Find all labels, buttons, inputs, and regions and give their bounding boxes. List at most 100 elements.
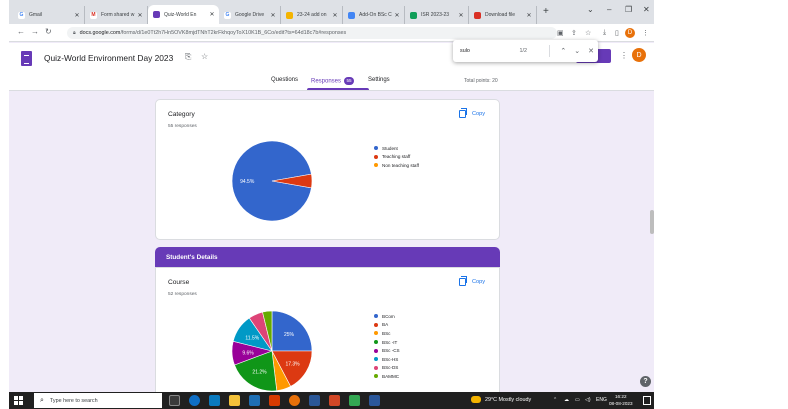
copy-icon (459, 108, 467, 118)
maximize-icon[interactable]: ❐ (625, 5, 632, 14)
windows-taskbar: ⌕ Type here to search 29°C Mostly cloudy… (9, 392, 654, 409)
browser-tab[interactable]: 23-24 add on ✕ (281, 6, 343, 24)
account-avatar[interactable]: D (632, 48, 646, 62)
edge-icon[interactable] (189, 395, 200, 406)
scrollbar-thumb[interactable] (650, 210, 654, 234)
star-icon[interactable]: ☆ (201, 52, 208, 61)
notification-icon[interactable] (643, 396, 651, 405)
tab-favicon-icon: G (224, 11, 231, 19)
browser-tab[interactable]: G Gmail ✕ (13, 6, 85, 24)
tab-label: Download file (485, 12, 516, 18)
legend-label: Teaching staff (382, 154, 411, 160)
tab-settings[interactable]: Settings (368, 77, 390, 83)
taskbar-search-placeholder: Type here to search (49, 397, 98, 404)
acrobat-icon[interactable] (329, 395, 340, 406)
tray-up-arrow-icon[interactable]: ⌃ (553, 397, 557, 403)
office-icon[interactable] (269, 395, 280, 406)
screenshot: G Gmail ✕ M Form shared w ✕ Quiz-World En ✕ G Goo… (0, 0, 788, 409)
help-icon[interactable]: ? (640, 376, 651, 387)
browser-tab[interactable]: ISR 2023-23 ✕ (405, 6, 469, 24)
download-icon[interactable]: ⤓ (603, 29, 606, 37)
bookmark-star-icon[interactable]: ☆ (585, 29, 591, 37)
tab-close-icon[interactable]: ✕ (393, 12, 401, 19)
close-window-icon[interactable]: ✕ (643, 5, 650, 14)
tab-close-icon[interactable]: ✕ (525, 12, 533, 19)
tab-responses[interactable]: Responses 55 (311, 77, 355, 85)
course-pie-chart: 25% 17.3% 21.2% 9.6% 11.5% (231, 310, 313, 392)
find-bar: sulo 1/2 ⌃ ⌄ ✕ (453, 40, 598, 62)
language-indicator[interactable]: ENG (596, 397, 607, 403)
weather-cloud-sun-icon (471, 396, 481, 403)
tab-close-icon[interactable]: ✕ (331, 12, 339, 19)
app-icon[interactable] (349, 395, 360, 406)
tab-label: Form shared w (101, 12, 135, 18)
tab-close-icon[interactable]: ✕ (136, 12, 144, 19)
onedrive-icon[interactable]: ☁ (564, 397, 569, 403)
legend-item: BSc-DS (374, 364, 400, 373)
legend-swatch (374, 374, 378, 379)
taskbar-search[interactable]: ⌕ Type here to search (34, 393, 162, 408)
legend-item: BA (374, 321, 400, 330)
chrome-icon[interactable] (289, 395, 300, 406)
browser-tab[interactable]: M Form shared w ✕ (85, 6, 148, 24)
find-next-icon[interactable]: ⌄ (570, 47, 584, 55)
file-explorer-icon[interactable] (229, 395, 240, 406)
find-match-count: 1/2 (519, 48, 528, 54)
find-close-icon[interactable]: ✕ (584, 47, 598, 55)
copy-icon (459, 276, 467, 286)
task-view-icon[interactable] (169, 395, 180, 406)
new-tab-button[interactable]: + (543, 6, 549, 17)
minimize-icon[interactable]: – (607, 5, 611, 14)
legend-label: BA (382, 322, 389, 328)
tab-close-icon[interactable]: ✕ (269, 12, 277, 19)
volume-icon[interactable]: ◁) (585, 397, 591, 403)
media-icon[interactable] (309, 395, 320, 406)
copy-chart-button[interactable]: Copy (459, 108, 485, 118)
legend-swatch (374, 314, 378, 319)
slice-label: 9.6% (242, 350, 254, 356)
mail-icon[interactable] (249, 395, 260, 406)
clock-time: 16:22 (615, 394, 627, 399)
page-icon[interactable]: ▣ (557, 29, 564, 37)
browser-tab[interactable]: Quiz-World En ✕ (148, 5, 219, 24)
active-tab-indicator (307, 88, 369, 90)
legend-label: BSc -CS (382, 348, 400, 354)
find-previous-icon[interactable]: ⌃ (556, 47, 570, 55)
pie-slice[interactable] (271, 310, 313, 352)
form-title[interactable]: Quiz-World Environment Day 2023 (44, 53, 173, 63)
copy-chart-button[interactable]: Copy (459, 276, 485, 286)
slice-label: 25% (284, 332, 295, 338)
course-summary-card: Course 52 responses Copy 25% 17.3% 21.2% 9.… (155, 267, 500, 397)
forward-icon[interactable]: → (31, 27, 39, 36)
weather-widget[interactable]: 29°C Mostly cloudy (471, 396, 531, 403)
browser-tab[interactable]: Download file ✕ (469, 6, 537, 24)
google-forms-logo-icon[interactable] (21, 51, 32, 66)
side-panel-icon[interactable]: ▯ (615, 29, 619, 37)
tab-favicon-icon (286, 11, 293, 19)
find-query-input[interactable]: sulo (460, 48, 520, 54)
tab-close-icon[interactable]: ✕ (208, 11, 216, 18)
browser-profile-avatar[interactable]: D (625, 28, 635, 38)
tab-questions[interactable]: Questions (271, 77, 298, 83)
store-icon[interactable] (209, 395, 220, 406)
windows-start-icon[interactable] (14, 396, 23, 405)
browser-tab[interactable]: G Google Drive ✕ (219, 6, 281, 24)
browser-tab[interactable]: Add-On BSc C ✕ (343, 6, 405, 24)
share-icon[interactable]: ⇪ (571, 29, 577, 37)
tab-search-icon[interactable]: ⌄ (587, 5, 594, 14)
category-legend: Student Teaching staff Non teaching staff (374, 144, 419, 170)
network-icon[interactable]: ▭ (575, 397, 580, 403)
tab-strip: G Gmail ✕ M Form shared w ✕ Quiz-World En ✕ G Goo… (9, 0, 654, 24)
more-options-icon[interactable]: ⋮ (620, 51, 628, 60)
legend-swatch (374, 365, 378, 370)
tab-label: 23-24 add on (297, 12, 327, 18)
move-to-folder-icon[interactable]: ⎘ (185, 52, 191, 62)
tab-close-icon[interactable]: ✕ (457, 12, 465, 19)
word-icon[interactable] (369, 395, 380, 406)
taskbar-clock[interactable]: 16:22 08-08-2023 (609, 393, 633, 407)
back-icon[interactable]: ← (17, 27, 25, 36)
browser-menu-icon[interactable]: ⋮ (642, 29, 649, 37)
tab-close-icon[interactable]: ✕ (73, 12, 81, 19)
reload-icon[interactable]: ↻ (45, 27, 52, 36)
url-input[interactable]: 🔒︎ docs.google.com /forms/d/1e0Tt2h7Hn5O… (67, 27, 557, 39)
